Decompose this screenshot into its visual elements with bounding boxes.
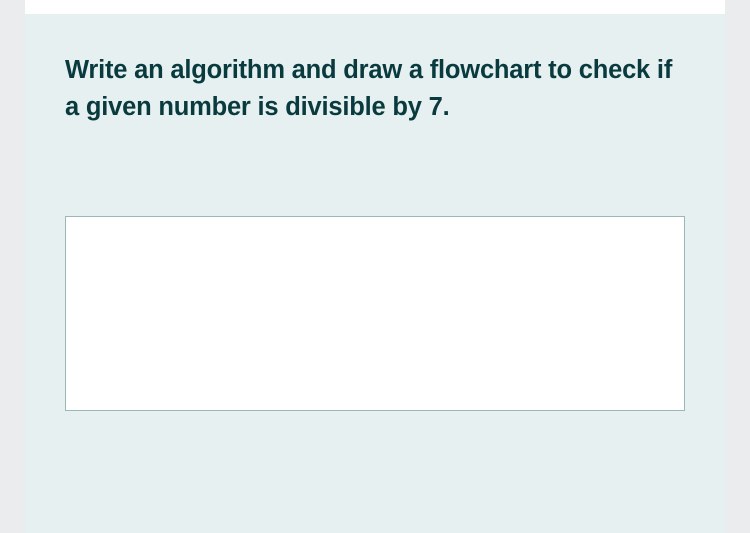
answer-input[interactable] <box>65 216 685 411</box>
card-top-strip <box>25 0 725 14</box>
question-card: Write an algorithm and draw a flowchart … <box>25 0 725 533</box>
question-area: Write an algorithm and draw a flowchart … <box>25 14 725 533</box>
question-prompt: Write an algorithm and draw a flowchart … <box>65 52 685 126</box>
